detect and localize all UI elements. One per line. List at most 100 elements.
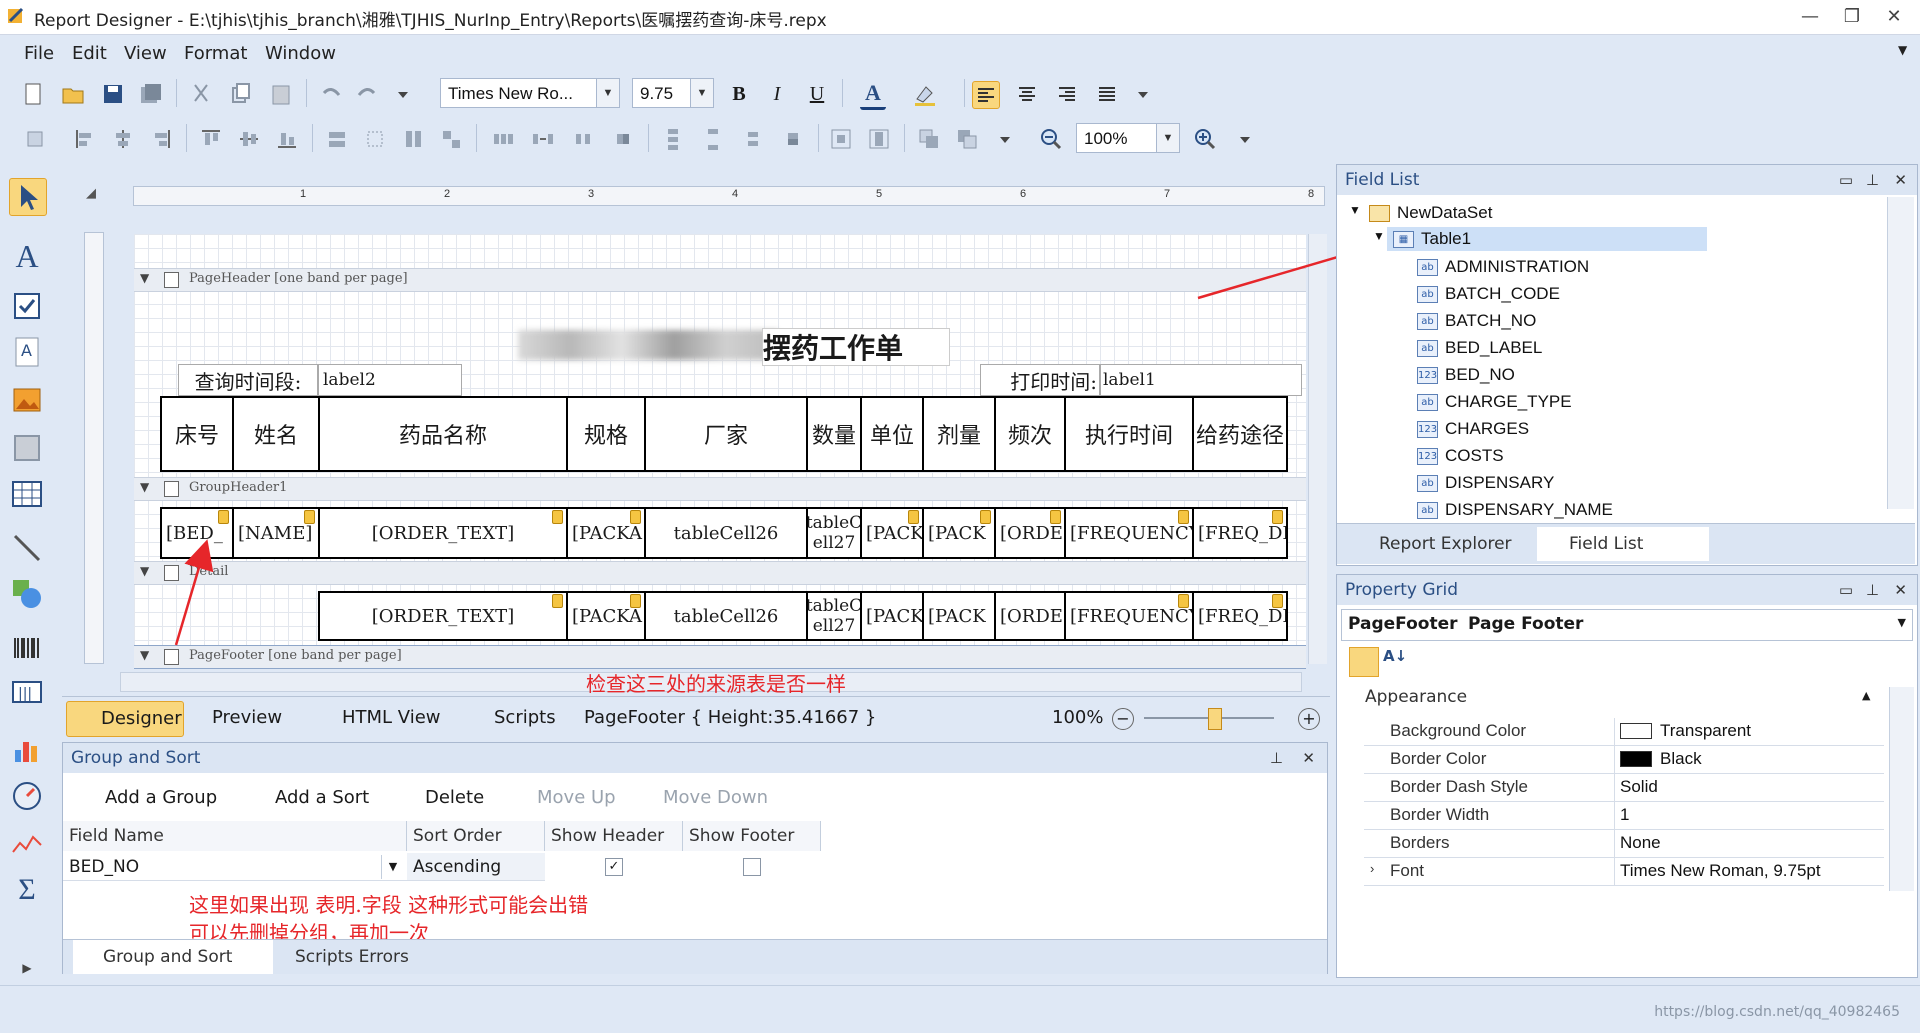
query-label[interactable]: 查询时间段: xyxy=(178,364,318,396)
header-cell[interactable]: 数量 xyxy=(806,396,862,472)
cut-icon[interactable] xyxy=(188,81,214,107)
dropdown-icon[interactable] xyxy=(1130,81,1148,107)
object-selector[interactable]: PageFooter Page Footer ▼ xyxy=(1341,609,1913,641)
line-tool-icon[interactable] xyxy=(9,530,45,566)
menu-view[interactable]: View xyxy=(124,43,167,64)
detail-cell[interactable]: [ORDER_TEXT] xyxy=(318,591,568,641)
smart-tag-icon[interactable] xyxy=(1178,594,1189,608)
field-name-cell[interactable]: BED_NO xyxy=(63,853,407,881)
paste-icon[interactable] xyxy=(268,81,294,107)
field-item[interactable]: COSTS xyxy=(1445,446,1504,466)
detail-cell[interactable]: [FREQUENCY xyxy=(1064,591,1194,641)
remove-vspacing-icon[interactable] xyxy=(780,126,806,152)
field-list-tab[interactable]: Field List xyxy=(1537,527,1709,561)
save-icon[interactable] xyxy=(100,81,126,107)
alphabetical-icon[interactable]: A↓ xyxy=(1383,647,1411,675)
chevron-up-icon[interactable]: ▲ xyxy=(1862,689,1870,702)
align-middles-icon[interactable] xyxy=(236,126,262,152)
align-tops-icon[interactable] xyxy=(198,126,224,152)
detail-cell[interactable]: [PACK xyxy=(860,591,924,641)
sparkline-tool-icon[interactable] xyxy=(9,826,45,862)
panel-tool-icon[interactable] xyxy=(9,430,45,466)
send-to-back-icon[interactable] xyxy=(954,126,980,152)
group-cell[interactable]: [ORDER_TEXT] xyxy=(318,507,568,559)
close-button[interactable]: ✕ xyxy=(1876,4,1912,30)
checkbox-tool-icon[interactable] xyxy=(9,288,45,324)
pointer-icon[interactable] xyxy=(9,178,47,216)
align-left-icon[interactable] xyxy=(972,81,1000,109)
dropdown-icon[interactable] xyxy=(1232,126,1250,152)
smart-tag-icon[interactable] xyxy=(552,594,563,608)
report-title[interactable]: 摆药工作单 xyxy=(762,328,950,366)
header-cell[interactable]: 姓名 xyxy=(232,396,320,472)
delete-button[interactable]: Delete xyxy=(425,787,484,808)
smart-tag-icon[interactable] xyxy=(552,510,563,524)
scripts-tab[interactable]: Scripts xyxy=(494,707,556,728)
smart-tag-icon[interactable] xyxy=(1272,594,1283,608)
new-icon[interactable] xyxy=(20,81,46,107)
redo-icon[interactable] xyxy=(354,81,380,107)
field-item[interactable]: CHARGE_TYPE xyxy=(1445,392,1572,412)
label-tool-icon[interactable]: A xyxy=(9,238,45,274)
group-cell[interactable]: [FREQUENCY xyxy=(1064,507,1194,559)
header-cell[interactable]: 床号 xyxy=(160,396,234,472)
property-value[interactable]: Solid xyxy=(1620,777,1658,797)
align-center-icon[interactable] xyxy=(1014,81,1040,107)
underline-button[interactable]: U xyxy=(804,81,830,107)
html-view-tab[interactable]: HTML View xyxy=(342,707,441,728)
collapse-icon[interactable]: ▼ xyxy=(1349,203,1361,217)
band-group-header[interactable]: ▼ GroupHeader1 xyxy=(134,477,1306,501)
print-value-label[interactable]: label1 xyxy=(1100,364,1302,396)
header-cell[interactable]: 剂量 xyxy=(922,396,996,472)
add-sort-button[interactable]: Add a Sort xyxy=(275,787,369,808)
smart-tag-icon[interactable] xyxy=(630,510,641,524)
detail-cell[interactable]: tableC ell27 xyxy=(806,591,862,641)
collapse-icon[interactable]: ▼ xyxy=(1373,229,1385,243)
save-all-icon[interactable] xyxy=(138,81,164,107)
band-page-footer[interactable]: ▼ PageFooter [one band per page] xyxy=(134,645,1306,669)
property-value[interactable]: 1 xyxy=(1620,805,1629,825)
zoom-slider-thumb[interactable] xyxy=(1208,708,1222,730)
detail-cell[interactable]: tableCell26 xyxy=(644,591,808,641)
header-cell[interactable]: 执行时间 xyxy=(1064,396,1194,472)
increase-hspacing-icon[interactable] xyxy=(530,126,556,152)
zoom-in-button[interactable]: + xyxy=(1298,708,1320,730)
restore-button[interactable]: ❐ xyxy=(1834,4,1870,30)
smart-tag-icon[interactable] xyxy=(304,510,315,524)
property-value[interactable]: Transparent xyxy=(1660,721,1751,741)
show-header-checkbox[interactable]: ✓ xyxy=(605,858,623,876)
move-up-button[interactable]: Move Up xyxy=(537,787,616,808)
dropdown-icon[interactable] xyxy=(390,81,408,107)
property-row[interactable]: Background Color Transparent xyxy=(1364,718,1884,746)
font-name-combo[interactable]: Times New Ro... ▼ xyxy=(440,78,620,108)
same-size-icon[interactable] xyxy=(438,126,464,152)
bold-button[interactable]: B xyxy=(726,81,752,107)
header-cell[interactable]: 频次 xyxy=(994,396,1066,472)
zoom-out-button[interactable]: − xyxy=(1112,708,1134,730)
same-width-icon[interactable] xyxy=(324,126,350,152)
size-to-grid-icon[interactable] xyxy=(362,126,388,152)
center-vertically-icon[interactable] xyxy=(866,126,892,152)
show-footer-checkbox[interactable] xyxy=(743,858,761,876)
horizontal-spacing-icon[interactable] xyxy=(490,126,516,152)
field-item[interactable]: BATCH_CODE xyxy=(1445,284,1560,304)
smart-tag-icon[interactable] xyxy=(908,510,919,524)
align-lefts-icon[interactable] xyxy=(72,126,98,152)
table-tool-icon[interactable] xyxy=(9,476,45,512)
align-bottoms-icon[interactable] xyxy=(274,126,300,152)
property-row[interactable]: Border Dash Style Solid xyxy=(1364,774,1884,802)
expand-icon[interactable]: › xyxy=(1370,861,1374,876)
field-item[interactable]: BED_LABEL xyxy=(1445,338,1542,358)
group-cell[interactable]: tableC ell27 xyxy=(806,507,862,559)
field-item[interactable]: DISPENSARY xyxy=(1445,473,1554,493)
copy-icon[interactable] xyxy=(228,81,254,107)
zoom-out-icon[interactable] xyxy=(1038,126,1064,152)
categorized-icon[interactable] xyxy=(1349,647,1379,677)
zoom-combo[interactable]: 100% ▼ xyxy=(1076,123,1180,153)
align-rights-icon[interactable] xyxy=(148,126,174,152)
decrease-vspacing-icon[interactable] xyxy=(740,126,766,152)
detail-cell[interactable]: [PACK xyxy=(922,591,996,641)
italic-button[interactable]: I xyxy=(764,81,790,107)
font-size-combo[interactable]: 9.75 ▼ xyxy=(632,78,714,108)
header-cell[interactable]: 给药途径 xyxy=(1192,396,1288,472)
